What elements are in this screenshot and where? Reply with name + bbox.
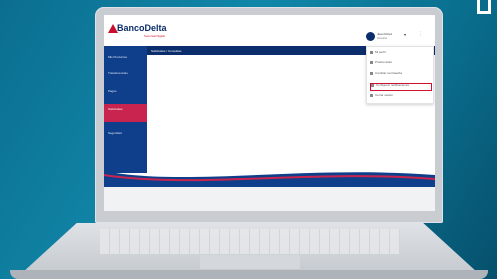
settings-icon: [370, 61, 373, 64]
user-icon: [370, 51, 373, 54]
brand-name[interactable]: BancoDelta: [117, 23, 167, 33]
sidebar: Mis Productos Transferencias Pagos Solic…: [104, 46, 147, 173]
lock-icon: [370, 72, 373, 75]
menu-dots-icon[interactable]: ⋮: [418, 31, 423, 37]
laptop-front-edge: [10, 270, 488, 279]
decorative-wave: [104, 171, 435, 187]
laptop-keyboard: [100, 229, 400, 254]
dropdown-item-logout[interactable]: Cerrar sesión: [370, 94, 432, 102]
sidebar-item-transfers[interactable]: Transferencias: [104, 68, 147, 82]
logout-icon: [370, 94, 373, 97]
chevron-down-icon[interactable]: ▾: [404, 32, 406, 37]
breadcrumb: Solicitudes / Consultas: [151, 49, 182, 53]
dropdown-item-change-password[interactable]: Cambiar contraseña: [370, 72, 432, 80]
dropdown-item-notifications[interactable]: Configurar notificaciones: [370, 83, 432, 91]
user-dropdown-menu: Mi perfil Preferencias Cambiar contraseñ…: [366, 46, 434, 104]
dropdown-item-preferences[interactable]: Preferencias: [370, 61, 432, 69]
brand-tagline: Sucursal Digital: [144, 34, 165, 38]
bell-icon: [371, 84, 374, 87]
sidebar-item-requests[interactable]: Solicitudes: [104, 104, 147, 122]
sidebar-item-products[interactable]: Mis Productos: [104, 52, 147, 66]
user-role: Usuario: [377, 36, 388, 40]
frame-corner-icon: [477, 0, 491, 14]
dropdown-item-profile[interactable]: Mi perfil: [370, 51, 432, 59]
sidebar-item-payments[interactable]: Pagos: [104, 86, 147, 100]
laptop-screen: BancoDelta Sucursal Digital Juan Pérez U…: [104, 15, 435, 211]
sidebar-item-security[interactable]: Seguridad: [104, 128, 147, 142]
laptop-touchpad: [200, 255, 300, 269]
user-avatar[interactable]: [366, 32, 375, 41]
app-footer: [104, 187, 435, 211]
app-header: BancoDelta Sucursal Digital Juan Pérez U…: [104, 15, 435, 45]
